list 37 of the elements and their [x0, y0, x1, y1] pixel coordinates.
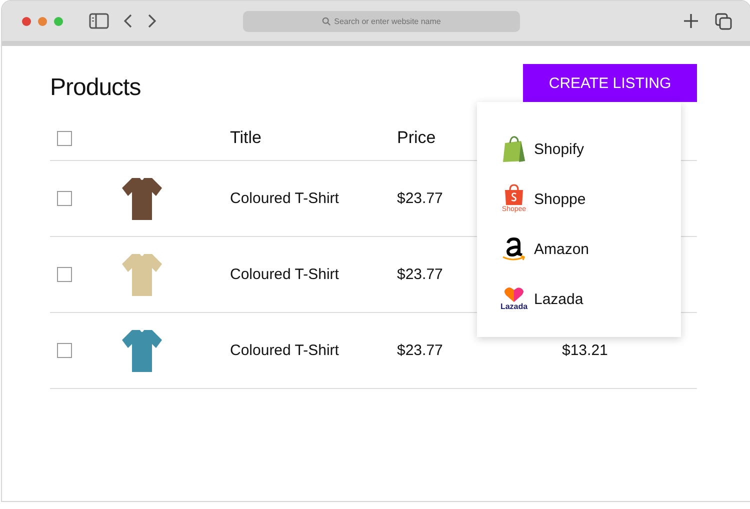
store-name: Lazada — [534, 290, 584, 308]
sidebar-icon[interactable] — [89, 13, 109, 29]
forward-icon[interactable] — [147, 13, 157, 29]
search-icon — [322, 16, 331, 26]
product-price: $23.77 — [397, 190, 443, 207]
create-listing-button[interactable]: CREATE LISTING — [523, 64, 697, 102]
minimize-window-button[interactable] — [38, 16, 47, 26]
store-name: Shoppe — [534, 190, 586, 208]
amazon-logo-icon — [501, 235, 527, 263]
table-cell: $13.21 — [562, 342, 608, 359]
close-window-button[interactable] — [22, 16, 31, 26]
dropdown-item[interactable]: Shopify — [477, 124, 681, 174]
column-header: Title — [230, 128, 262, 148]
address-field[interactable]: Search or enter website name — [243, 10, 520, 32]
product-price: $23.77 — [397, 266, 443, 283]
column-header: Price — [397, 128, 436, 148]
logo-wordmark: Lazada — [500, 303, 528, 311]
heart-logo-icon — [503, 287, 525, 303]
product-title: Coloured T-Shirt — [230, 266, 339, 283]
shopping-bag-logo-icon — [503, 184, 525, 206]
store-name: Amazon — [534, 240, 590, 258]
product-title: Coloured T-Shirt — [230, 342, 339, 359]
page-title: Products — [50, 74, 141, 102]
tabs-overview-icon[interactable] — [715, 12, 732, 30]
product-title: Coloured T-Shirt — [230, 190, 339, 207]
checkbox[interactable] — [57, 130, 72, 146]
dropdown-item[interactable]: Amazon — [477, 224, 681, 274]
store-name: Shopify — [534, 140, 584, 158]
product-price: $23.77 — [397, 342, 443, 359]
maximize-window-button[interactable] — [54, 16, 63, 26]
back-icon[interactable] — [123, 13, 133, 29]
shopping-bag-logo-icon — [501, 135, 527, 163]
new-tab-icon[interactable] — [683, 13, 699, 29]
checkbox[interactable] — [57, 343, 72, 358]
checkbox[interactable] — [57, 191, 72, 206]
checkbox[interactable] — [57, 267, 72, 282]
dropdown-item[interactable]: Lazada Lazada — [477, 274, 681, 324]
